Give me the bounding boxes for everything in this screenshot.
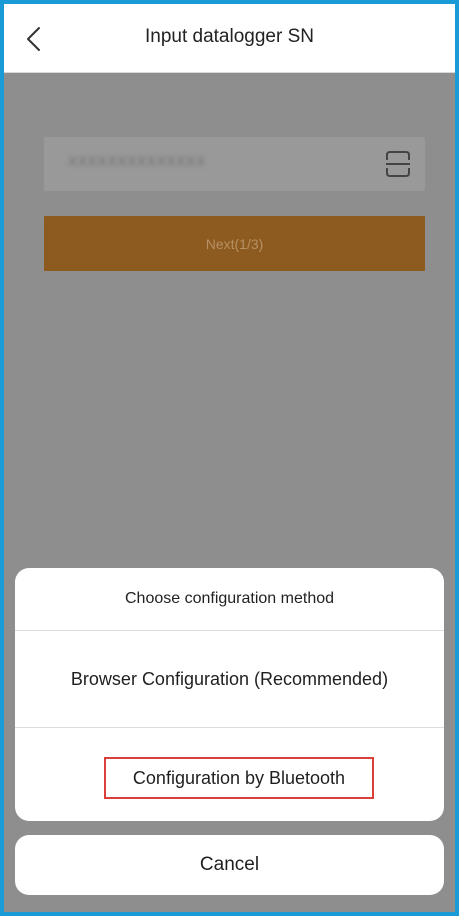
- sn-input[interactable]: XXXXXXXXXXXXXX: [44, 137, 425, 191]
- cancel-button[interactable]: Cancel: [15, 835, 444, 895]
- bluetooth-option-label: Configuration by Bluetooth: [104, 757, 374, 799]
- browser-configuration-option[interactable]: Browser Configuration (Recommended): [15, 631, 444, 728]
- sheet-title: Choose configuration method: [15, 568, 444, 631]
- configuration-method-sheet: Choose configuration method Browser Conf…: [15, 568, 444, 821]
- bluetooth-configuration-option[interactable]: Configuration by Bluetooth: [15, 728, 444, 821]
- nav-bar: Input datalogger SN: [4, 4, 455, 73]
- phone-screen: Input datalogger SN XXXXXXXXXXXXXX Next(…: [0, 0, 459, 916]
- page-title: Input datalogger SN: [144, 26, 314, 47]
- sn-input-value: XXXXXXXXXXXXXX: [68, 153, 206, 169]
- next-button[interactable]: Next(1/3): [44, 216, 425, 271]
- scan-icon[interactable]: [385, 150, 411, 178]
